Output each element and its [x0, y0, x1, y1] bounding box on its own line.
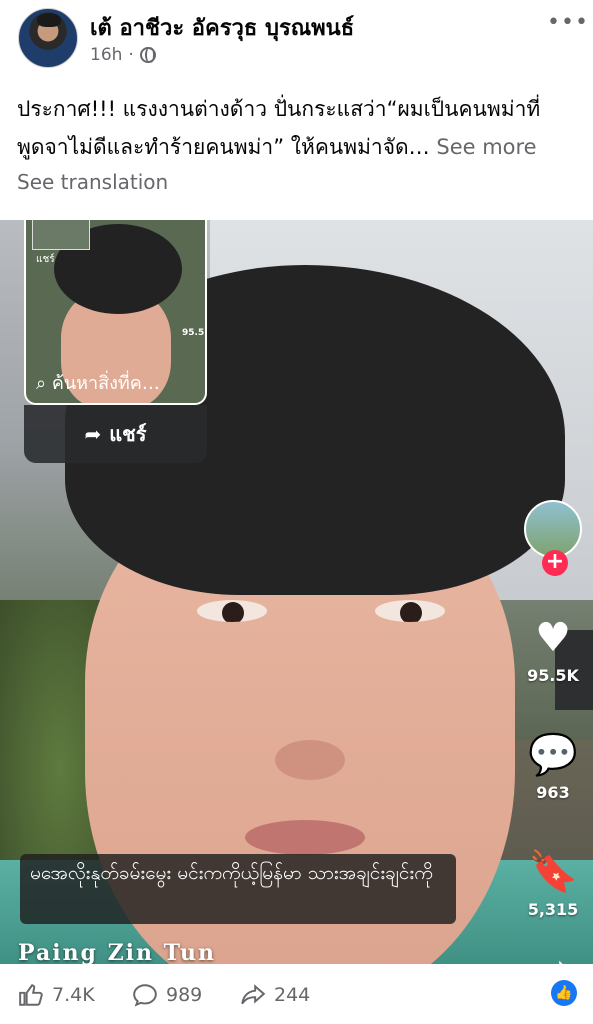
globe-icon [139, 47, 156, 63]
video-subtitle: မအေလိုးနုတ်ခမ်းမွေး မင်းကကိုယ့်မြန်မာ သာ… [20, 854, 456, 924]
action-rail: + ♥ 95.5K 💬 963 🔖 5,315 ➦ [523, 500, 583, 964]
bookmark-icon[interactable]: 🔖 [528, 850, 578, 894]
creator-avatar[interactable]: + [524, 500, 582, 576]
more-options-icon[interactable]: ••• [547, 10, 589, 35]
search-icon: ⌕ [36, 373, 47, 394]
inset-search-text: ค้นหาสิ่งที่ค… [51, 373, 160, 394]
share-arrow-icon: ➦ [84, 422, 102, 446]
inset-like-count: 95.5K [182, 328, 205, 338]
inset-video-thumbnail[interactable]: แชร์ 95.5K ⌕ ค้นหาสิ่งที่ค… [24, 220, 207, 405]
comment-count: 963 [536, 783, 570, 802]
share-icon [241, 984, 266, 1005]
like-reaction-badge-icon[interactable]: 👍 [551, 980, 577, 1006]
post-header: เต้ อาชีวะ อัครวุธ บุรณพนธ์ 16h · ••• [0, 0, 593, 78]
heart-icon[interactable]: ♥ [535, 616, 571, 660]
creator-watermark: Paing Zin Tun [18, 940, 217, 964]
thumbs-up-icon [19, 984, 43, 1006]
comment-action[interactable]: 989 [132, 982, 202, 1008]
post-caption: ประกาศ!!! แรงงานต่างด้าว ปั่นกระแสว่า“ผม… [17, 90, 582, 166]
inset-search-bar: ⌕ ค้นหาสิ่งที่ค… [36, 368, 160, 397]
follow-plus-icon[interactable]: + [542, 550, 568, 576]
bookmark-count: 5,315 [527, 900, 579, 919]
post-meta: 16h · [90, 45, 156, 65]
share-count-footer: 244 [274, 984, 311, 1006]
see-more-link[interactable]: See more [436, 135, 536, 159]
comment-icon [133, 984, 157, 1007]
like-count: 95.5K [527, 666, 579, 685]
share-forward-icon[interactable]: ➦ [536, 947, 570, 964]
see-translation-link[interactable]: See translation [17, 170, 168, 194]
author-name[interactable]: เต้ อาชีวะ อัครวุธ บุรณพนธ์ [90, 10, 354, 45]
video-player[interactable]: แชร์ 95.5K ⌕ ค้นหาสิ่งที่ค… ➦ แชร์ + ♥ 9… [0, 220, 593, 964]
share-button-label: แชร์ [109, 422, 147, 446]
author-avatar[interactable] [18, 8, 78, 68]
like-action[interactable]: 7.4K [18, 982, 95, 1008]
share-action[interactable]: 244 [240, 982, 310, 1008]
comment-bubble-icon[interactable]: 💬 [528, 733, 578, 777]
comment-count-footer: 989 [166, 984, 203, 1006]
share-button[interactable]: ➦ แชร์ [24, 405, 207, 463]
post-footer: 7.4K 989 244 [0, 964, 593, 1024]
like-count-footer: 7.4K [52, 984, 95, 1006]
inset-share-text: แชร์ [36, 254, 55, 265]
post-time[interactable]: 16h [90, 45, 122, 65]
